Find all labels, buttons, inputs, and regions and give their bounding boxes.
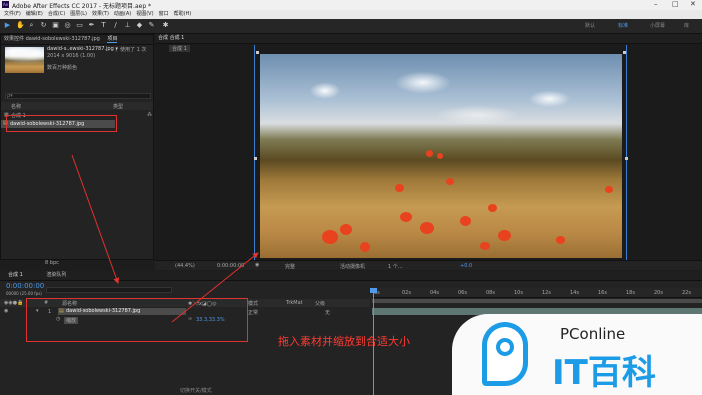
arrow-project-to-timeline	[71, 154, 120, 284]
watermark-pconline: PConline	[560, 325, 626, 343]
pconline-watermark: PConline IT百科	[452, 314, 702, 395]
watermark-it-baike: IT百科	[552, 353, 656, 393]
logo-inner-icon	[496, 338, 514, 356]
arrow-timeline-to-viewer	[171, 252, 259, 323]
